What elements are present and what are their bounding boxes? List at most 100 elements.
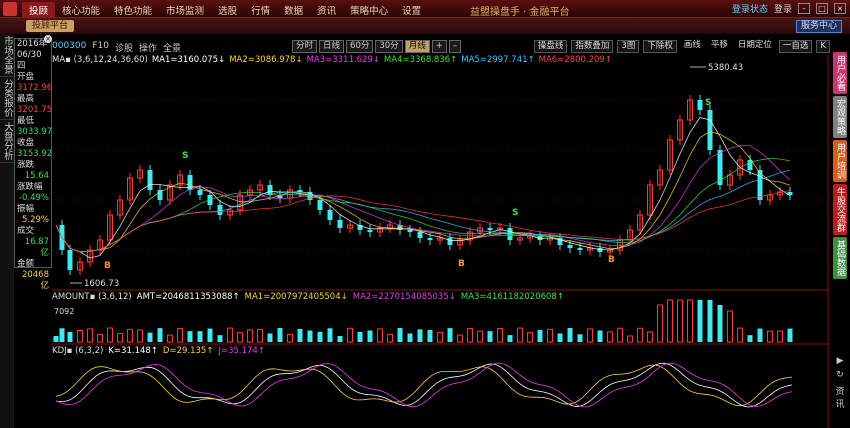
amount-bar	[607, 331, 613, 343]
buy-signal: B	[104, 261, 111, 271]
kdj-line-1	[55, 364, 793, 407]
amount-bar	[657, 304, 663, 343]
amount-bar	[107, 327, 113, 343]
amount-bar	[157, 328, 163, 342]
right-bottom-2[interactable]: 资讯	[832, 384, 848, 410]
sell-signal: S	[182, 151, 188, 161]
amount-bar	[637, 327, 643, 343]
amount-bar	[397, 328, 403, 342]
amount-bar	[697, 300, 703, 342]
candle-down	[337, 220, 343, 228]
candle-down	[597, 248, 603, 252]
right-button-1[interactable]: 宏观策略	[833, 96, 847, 138]
amount-bar	[447, 328, 453, 342]
close-icon[interactable]: ×	[834, 3, 846, 14]
amount-bar	[377, 328, 383, 343]
amount-bar	[257, 328, 263, 343]
buy-signal: B	[608, 255, 615, 265]
amount-bar	[757, 328, 763, 342]
candle-down	[407, 230, 413, 232]
amount-bar	[707, 300, 713, 342]
high-price-label: 5380.43	[708, 63, 743, 73]
amount-bar	[687, 299, 693, 343]
amount-bar	[577, 334, 583, 342]
candle-down	[367, 230, 373, 232]
amount-bar	[387, 333, 393, 343]
sell-signal: S	[512, 208, 518, 218]
amount-bar	[407, 333, 413, 342]
ma-line-5	[55, 169, 791, 253]
right-bottom-tools: ▶ ↻ 资讯	[832, 356, 848, 414]
amount-bar	[187, 331, 193, 342]
right-bottom-1[interactable]: ↻	[832, 370, 848, 380]
amount-bar	[207, 328, 213, 342]
candle-down	[67, 250, 73, 270]
amount-axis-label: 7092	[54, 307, 74, 316]
amount-bar	[217, 335, 223, 342]
sell-signal: S	[705, 98, 711, 108]
amount-bar	[277, 328, 283, 342]
right-button-3[interactable]: 牛股交流群	[833, 184, 847, 235]
amount-bar	[587, 328, 593, 343]
amount-bar	[477, 330, 483, 343]
amount-bar	[197, 331, 203, 342]
amount-bar	[427, 329, 433, 342]
amount-bar	[297, 328, 303, 342]
amount-bar	[307, 330, 313, 342]
amount-bar	[457, 334, 463, 343]
amount-bar	[537, 329, 543, 342]
amount-bar	[667, 299, 673, 343]
amount-bar	[127, 328, 133, 343]
candle-down	[487, 228, 493, 230]
amount-bar	[237, 332, 243, 343]
amount-bar	[367, 330, 373, 342]
amount-bar	[777, 330, 783, 343]
candle-down	[217, 205, 223, 215]
amount-bar	[137, 329, 143, 343]
candle-down	[697, 100, 703, 110]
amount-bar	[507, 335, 513, 342]
amount-bar	[677, 299, 683, 343]
buy-signal: B	[458, 259, 465, 269]
ma-line-4	[55, 158, 791, 253]
candle-down	[447, 238, 453, 245]
candle-down	[147, 170, 153, 190]
stock-chart[interactable]: 5380.43 1606.73 S S S B B B 7092	[0, 0, 832, 428]
candle-down	[707, 110, 713, 150]
amount-bar	[467, 328, 473, 343]
low-price-label: 1606.73	[84, 279, 119, 289]
right-button-0[interactable]: 用户必看	[833, 52, 847, 94]
candle-down	[327, 210, 333, 220]
right-button-2[interactable]: 用户培训	[833, 140, 847, 182]
amount-bar	[337, 335, 343, 342]
amount-bar	[67, 331, 73, 342]
ma-line-3	[55, 145, 791, 253]
candle-down	[417, 232, 423, 238]
amount-bar	[357, 331, 363, 342]
amount-bar	[87, 328, 93, 343]
amount-bar	[717, 305, 723, 342]
amount-bar	[347, 327, 353, 343]
amount-bar	[227, 327, 233, 343]
right-button-4[interactable]: 基础数据	[833, 237, 847, 279]
right-bottom-0[interactable]: ▶	[832, 356, 848, 366]
amount-bar	[327, 328, 333, 342]
amount-bar	[53, 336, 59, 342]
amount-bar	[727, 310, 733, 343]
amount-bar	[167, 334, 173, 343]
amount-bar	[497, 328, 503, 343]
amount-bar	[617, 327, 623, 343]
amount-bar	[97, 333, 103, 343]
candle-down	[577, 248, 583, 250]
amount-bar	[787, 328, 793, 342]
candle-down	[567, 245, 573, 248]
amount-bar	[767, 330, 773, 343]
amount-bar	[557, 333, 563, 342]
amount-bar	[567, 328, 573, 342]
amount-bar	[487, 331, 493, 342]
amount-bar	[287, 333, 293, 343]
amount-bar	[247, 329, 253, 343]
amount-bar	[147, 332, 153, 342]
amount-bar	[417, 329, 423, 342]
amount-bar	[597, 330, 603, 342]
